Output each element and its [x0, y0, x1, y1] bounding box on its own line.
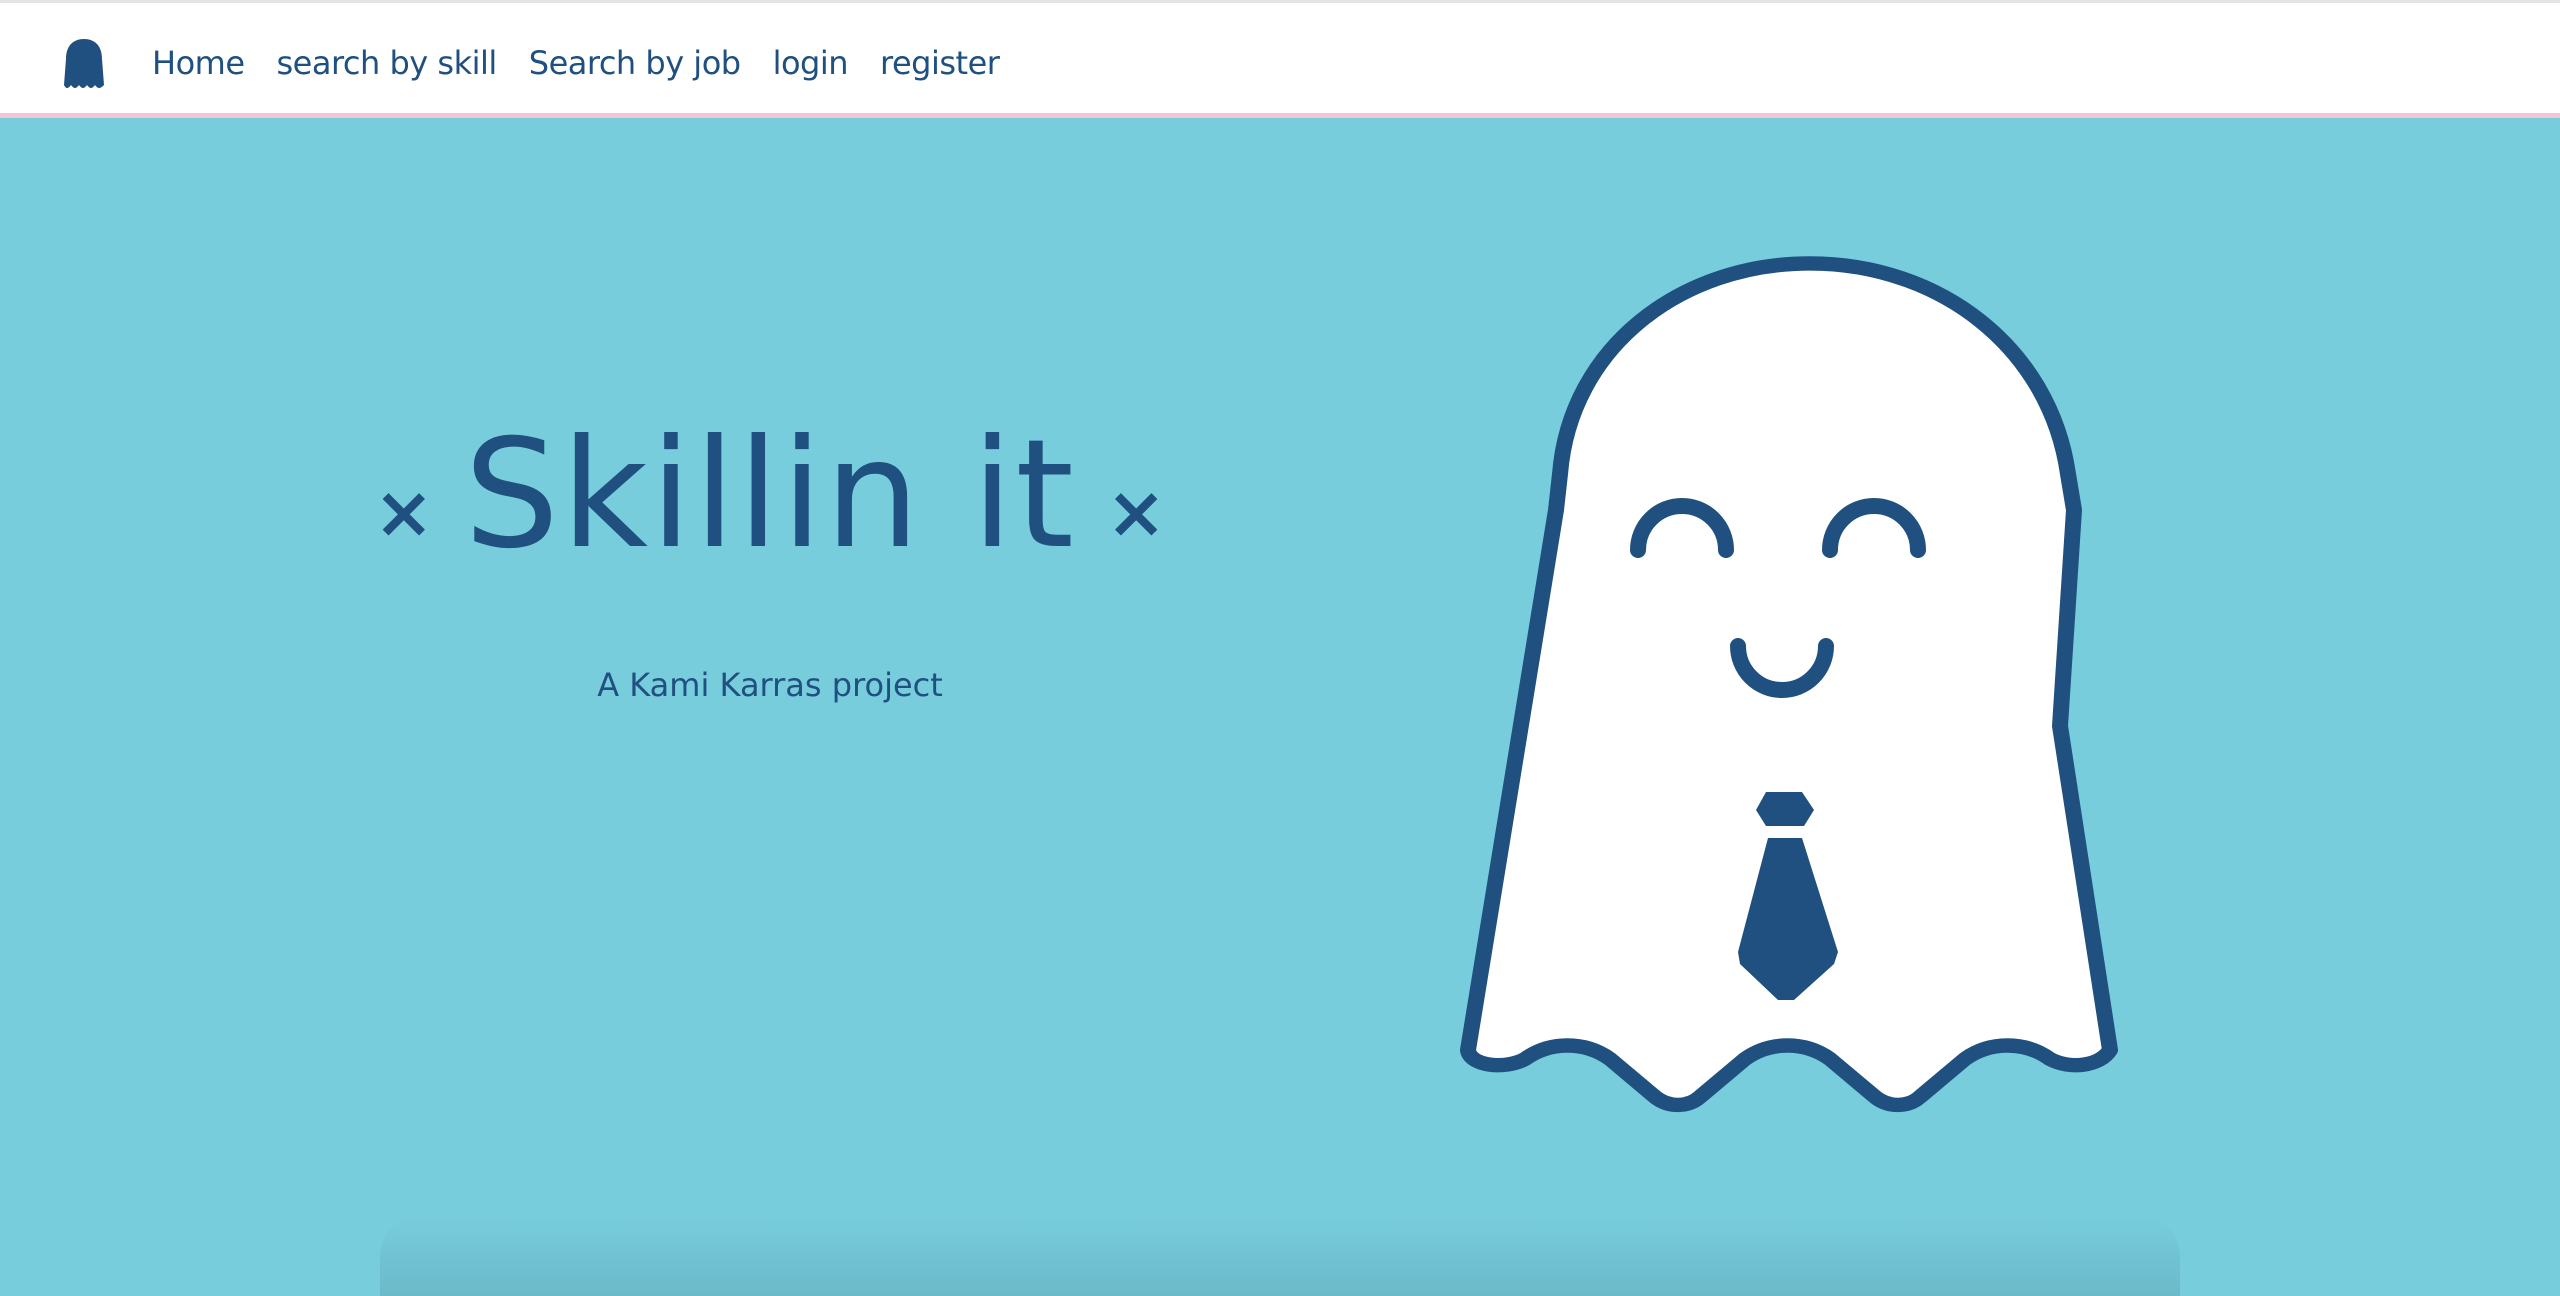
sparkle-right-icon: ×: [1106, 470, 1167, 554]
ghost-icon[interactable]: [62, 37, 106, 91]
hero-section: [0, 118, 2560, 1296]
navbar: Home search by skill Search by job login…: [0, 0, 2560, 118]
sparkle-left-icon: ×: [373, 470, 434, 554]
nav-link-login[interactable]: login: [773, 44, 849, 82]
hero-subtitle: A Kami Karras project: [597, 666, 943, 704]
nav-links: Home search by skill Search by job login…: [152, 39, 1031, 87]
hero-title: Skillin it: [463, 408, 1077, 582]
nav-link-register[interactable]: register: [880, 44, 1000, 82]
nav-link-home[interactable]: Home: [152, 44, 245, 82]
hero-title-group: × Skillin it ×: [374, 370, 1167, 582]
ghost-with-tie-icon: [1460, 256, 2118, 1113]
nav-link-search-by-job[interactable]: Search by job: [529, 44, 741, 82]
nav-link-search-by-skill[interactable]: search by skill: [277, 44, 498, 82]
bottom-card-shadow: [380, 1216, 2180, 1296]
